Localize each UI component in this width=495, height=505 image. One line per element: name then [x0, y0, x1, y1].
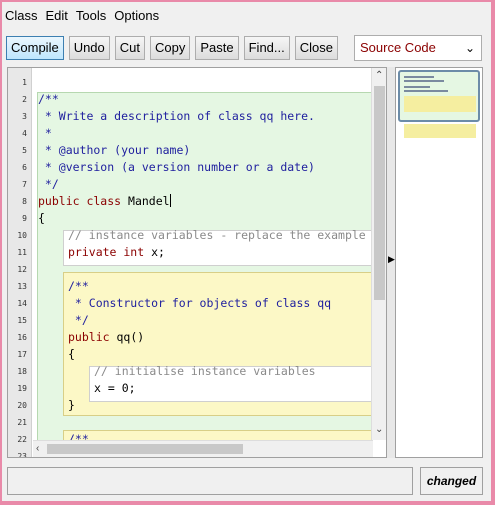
- scroll-up-icon[interactable]: ⌃: [375, 70, 383, 81]
- code-line: *: [38, 126, 52, 140]
- code-line: * Write a description of class qq here.: [38, 109, 315, 123]
- menu-edit[interactable]: Edit: [43, 6, 71, 26]
- line-number: 4: [22, 129, 27, 138]
- menu-class[interactable]: Class: [2, 6, 41, 26]
- code-line: {: [68, 347, 75, 361]
- horizontal-scroll-thumb[interactable]: [47, 444, 243, 454]
- code-line-class-declaration: public class Mandel: [38, 194, 171, 208]
- view-mode-value: Source Code: [360, 40, 436, 55]
- horizontal-scrollbar[interactable]: ‹: [33, 440, 373, 457]
- code-line: * @version (a version number or a date): [38, 160, 315, 174]
- code-line: {: [38, 211, 45, 225]
- line-number: 20: [17, 401, 27, 410]
- code-line: }: [68, 398, 75, 412]
- line-number: 15: [17, 316, 27, 325]
- overview-line: [404, 80, 444, 82]
- line-number: 8: [22, 197, 27, 206]
- line-number: 14: [17, 299, 27, 308]
- method-scope-background: [63, 430, 373, 440]
- expand-arrow-icon[interactable]: ▶: [388, 254, 395, 265]
- code-line: */: [38, 177, 59, 191]
- view-mode-select[interactable]: Source Code ⌄: [354, 35, 482, 61]
- line-number: 10: [17, 231, 27, 240]
- menu-tools[interactable]: Tools: [73, 6, 109, 26]
- menu-options[interactable]: Options: [111, 6, 162, 26]
- line-number: 6: [22, 163, 27, 172]
- scroll-down-icon[interactable]: ⌄: [375, 424, 383, 435]
- code-line-constructor: public qq(): [68, 330, 145, 344]
- line-number: 18: [17, 367, 27, 376]
- line-number: 13: [17, 282, 27, 291]
- code-line: // instance variables - replace the exam…: [68, 228, 366, 242]
- vertical-scroll-thumb[interactable]: [374, 86, 385, 300]
- find-button[interactable]: Find...: [243, 36, 290, 60]
- compile-button[interactable]: Compile: [6, 36, 64, 60]
- code-line: x = 0;: [94, 381, 136, 395]
- line-number: 21: [17, 418, 27, 427]
- code-overview-panel[interactable]: [395, 67, 483, 458]
- menu-bar: Class Edit Tools Options: [2, 6, 164, 26]
- vertical-scrollbar[interactable]: ⌃ ⌄: [371, 68, 386, 440]
- line-number: 22: [17, 435, 27, 444]
- line-number: 1: [22, 78, 27, 87]
- line-number: 17: [17, 350, 27, 359]
- line-number: 16: [17, 333, 27, 342]
- overview-splitter[interactable]: ▶: [387, 67, 395, 458]
- line-number: 11: [17, 248, 27, 257]
- code-area[interactable]: /** * Write a description of class qq he…: [33, 68, 373, 440]
- scroll-left-icon[interactable]: ‹: [36, 443, 39, 454]
- code-line-field: private int x;: [68, 245, 165, 259]
- overview-method-block: [404, 124, 476, 138]
- cut-button[interactable]: Cut: [114, 36, 145, 60]
- code-line: /**: [38, 92, 59, 106]
- code-line: * @author (your name): [38, 143, 191, 157]
- code-line: /**: [68, 279, 89, 293]
- code-line: * Constructor for objects of class qq: [68, 296, 332, 310]
- paste-button[interactable]: Paste: [195, 36, 239, 60]
- undo-button[interactable]: Undo: [68, 36, 110, 60]
- text-cursor: [169, 194, 171, 207]
- bluej-editor-window: Class Edit Tools Options Compile Undo Cu…: [2, 2, 491, 501]
- close-button[interactable]: Close: [294, 36, 338, 60]
- line-number: 23: [17, 452, 27, 458]
- code-line: */: [68, 313, 89, 327]
- toolbar: Compile Undo Cut Copy Paste Find... Clos…: [6, 36, 343, 62]
- line-number: 12: [17, 265, 27, 274]
- message-area: [7, 467, 413, 495]
- status-label: changed: [420, 467, 483, 495]
- chevron-down-icon: ⌄: [464, 41, 475, 55]
- line-number: 2: [22, 95, 27, 104]
- overview-method-block: [404, 96, 476, 112]
- copy-button[interactable]: Copy: [150, 36, 191, 60]
- line-number: 5: [22, 146, 27, 155]
- code-editor[interactable]: 1 2 3 4 5 6 7 8 9 10 11 12 13 14 15 16 17 18 19 20 21 22 23 /*…: [7, 67, 387, 458]
- overview-line: [404, 86, 430, 88]
- overview-line: [404, 76, 434, 78]
- line-number: 19: [17, 384, 27, 393]
- line-number: 9: [22, 214, 27, 223]
- overview-line: [404, 90, 448, 92]
- line-number-gutter: 1 2 3 4 5 6 7 8 9 10 11 12 13 14 15 16 17 18 19 20 21 22 23: [8, 68, 32, 457]
- line-number: 7: [22, 180, 27, 189]
- code-line: /**: [68, 432, 89, 440]
- code-line: // initialise instance variables: [94, 364, 316, 378]
- line-number: 3: [22, 112, 27, 121]
